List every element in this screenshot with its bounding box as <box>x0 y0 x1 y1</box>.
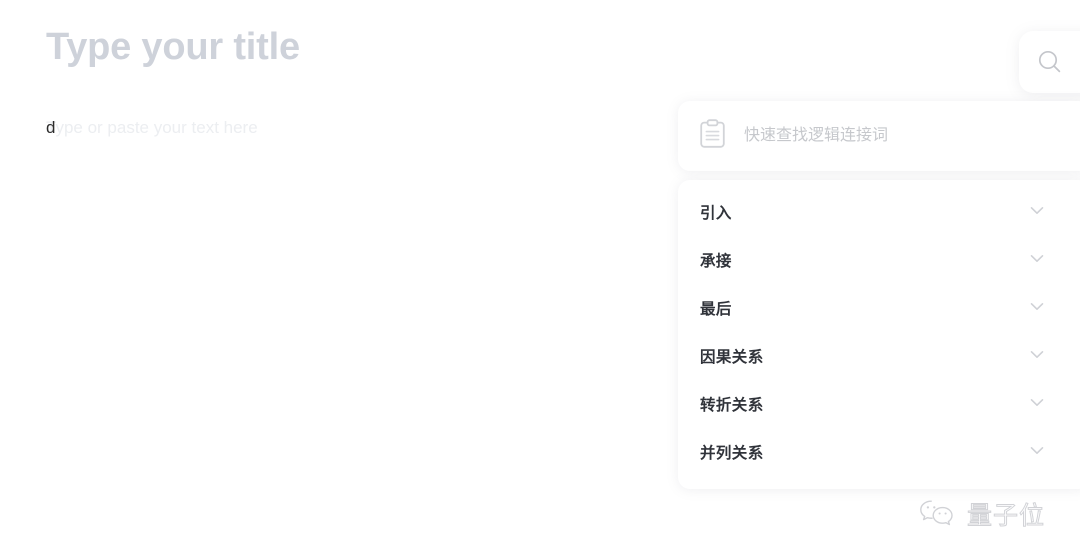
category-row-introduction[interactable]: 引入 <box>678 188 1080 236</box>
document-body-placeholder: Type or paste your text here <box>46 118 258 137</box>
connector-category-list: 引入 承接 最后 因果关系 转折关系 并列关系 <box>678 180 1080 489</box>
search-icon <box>1035 47 1065 77</box>
logical-connector-panel: 引入 承接 最后 因果关系 <box>678 101 1080 489</box>
watermark-text: 量子位 <box>966 501 1046 531</box>
category-row-parallel[interactable]: 并列关系 <box>678 428 1080 476</box>
category-label: 因果关系 <box>700 349 764 366</box>
category-label: 并列关系 <box>700 445 764 462</box>
chevron-down-icon[interactable] <box>1026 391 1048 418</box>
category-label: 引入 <box>700 205 732 222</box>
wechat-logo <box>918 498 958 530</box>
category-label: 最后 <box>700 301 732 318</box>
chevron-down-icon[interactable] <box>1026 343 1048 370</box>
category-row-continuation[interactable]: 承接 <box>678 236 1080 284</box>
category-row-adversative[interactable]: 转折关系 <box>678 380 1080 428</box>
clipboard-icon <box>699 118 744 154</box>
search-button[interactable] <box>1019 31 1080 93</box>
category-row-causal[interactable]: 因果关系 <box>678 332 1080 380</box>
connector-search-card[interactable] <box>678 101 1080 171</box>
chevron-down-icon[interactable] <box>1026 439 1048 466</box>
document-body-typed-text: d <box>46 118 56 137</box>
chevron-down-icon[interactable] <box>1026 247 1048 274</box>
category-label: 转折关系 <box>700 397 764 414</box>
watermark: 量子位 <box>918 496 1045 532</box>
chevron-down-icon[interactable] <box>1026 295 1048 322</box>
document-title-placeholder[interactable]: Type your title <box>46 26 300 69</box>
category-row-conclusion[interactable]: 最后 <box>678 284 1080 332</box>
category-label: 承接 <box>700 253 732 270</box>
chevron-down-icon[interactable] <box>1026 199 1048 226</box>
connector-search-input[interactable] <box>744 121 1044 151</box>
